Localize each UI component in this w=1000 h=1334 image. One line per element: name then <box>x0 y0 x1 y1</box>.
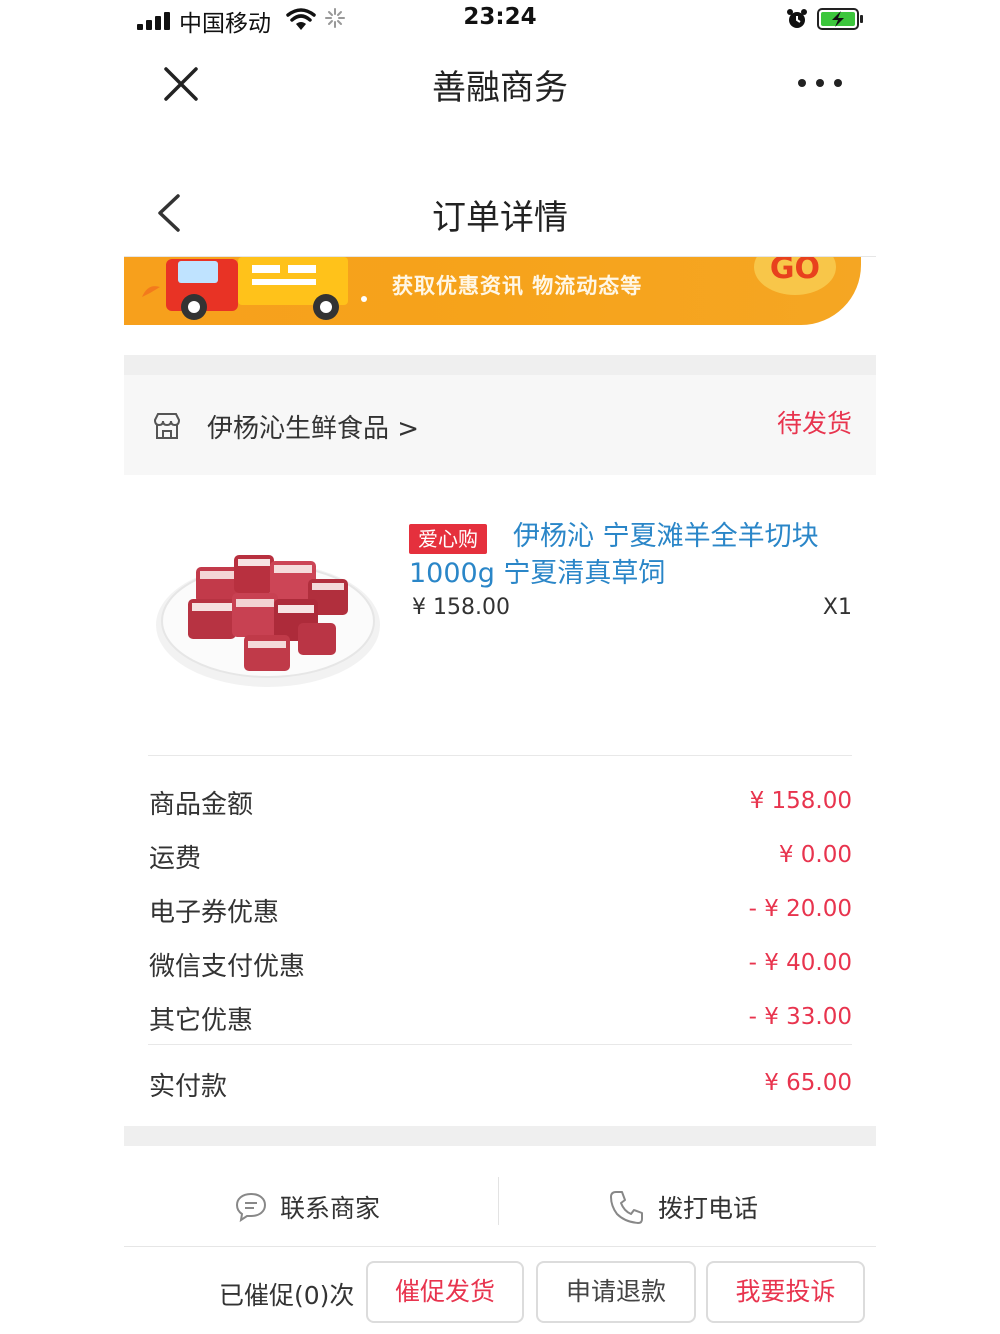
product-tag-badge: 爱心购 <box>409 524 487 554</box>
wifi-icon <box>286 8 316 30</box>
more-dot-icon <box>834 79 842 87</box>
back-button[interactable] <box>150 190 190 236</box>
section-separator <box>124 1126 876 1146</box>
carrier-name: 中国移动 <box>179 11 271 37</box>
total-paid-label: 实付款 <box>149 1072 228 1102</box>
more-dot-icon <box>816 79 824 87</box>
divider <box>148 1044 852 1045</box>
more-options-button[interactable] <box>798 68 842 98</box>
summary-label-other-discount: 其它优惠 <box>149 1006 254 1036</box>
summary-label-goods-amount: 商品金额 <box>149 790 254 820</box>
store-icon <box>153 413 181 439</box>
section-separator <box>124 355 876 375</box>
promo-banner[interactable]: 获取优惠资讯 物流动态等 GO <box>124 257 861 325</box>
store-name-link[interactable]: 伊杨沁生鲜食品 > <box>207 408 419 445</box>
product-price: ¥ 158.00 <box>412 595 510 620</box>
product-quantity: X1 <box>822 595 852 620</box>
contact-merchant-label: 联系商家 <box>280 1194 381 1223</box>
app-title: 善融商务 <box>432 68 568 108</box>
call-phone-label: 拨打电话 <box>658 1194 759 1223</box>
close-button[interactable] <box>160 63 202 105</box>
urge-count-text: 已催促(0)次 <box>219 1281 355 1310</box>
request-refund-button[interactable]: 申请退款 <box>536 1261 696 1323</box>
delivery-truck-icon <box>142 257 367 320</box>
divider <box>124 1246 876 1247</box>
summary-value-goods-amount: ¥ 158.00 <box>749 788 852 814</box>
urge-shipment-button[interactable]: 催促发货 <box>366 1261 524 1323</box>
call-phone-button[interactable]: 拨打电话 <box>608 1177 758 1237</box>
order-status-badge: 待发货 <box>776 409 852 438</box>
summary-value-coupon-discount: - ¥ 20.00 <box>748 896 852 922</box>
summary-label-shipping: 运费 <box>149 844 202 874</box>
total-paid-value: ¥ 65.00 <box>764 1070 852 1096</box>
summary-value-other-discount: - ¥ 33.00 <box>748 1004 852 1030</box>
loading-icon <box>325 8 345 28</box>
summary-value-wechat-discount: - ¥ 40.00 <box>748 950 852 976</box>
status-time: 23:24 <box>463 4 537 30</box>
file-complaint-button[interactable]: 我要投诉 <box>706 1261 865 1323</box>
phone-icon <box>610 1191 643 1224</box>
contact-merchant-button[interactable]: 联系商家 <box>234 1177 380 1237</box>
chat-bubble-icon <box>235 1192 267 1223</box>
product-image[interactable] <box>148 495 393 735</box>
more-dot-icon <box>798 79 806 87</box>
summary-label-coupon-discount: 电子券优惠 <box>149 898 280 928</box>
summary-value-shipping: ¥ 0.00 <box>778 842 852 868</box>
divider <box>148 755 852 756</box>
signal-icon <box>137 10 171 30</box>
page-title: 订单详情 <box>432 198 568 238</box>
battery-icon <box>817 8 863 30</box>
summary-label-wechat-discount: 微信支付优惠 <box>149 952 306 982</box>
banner-text: 获取优惠资讯 物流动态等 <box>392 274 643 298</box>
divider <box>498 1177 499 1225</box>
alarm-icon <box>787 9 807 28</box>
